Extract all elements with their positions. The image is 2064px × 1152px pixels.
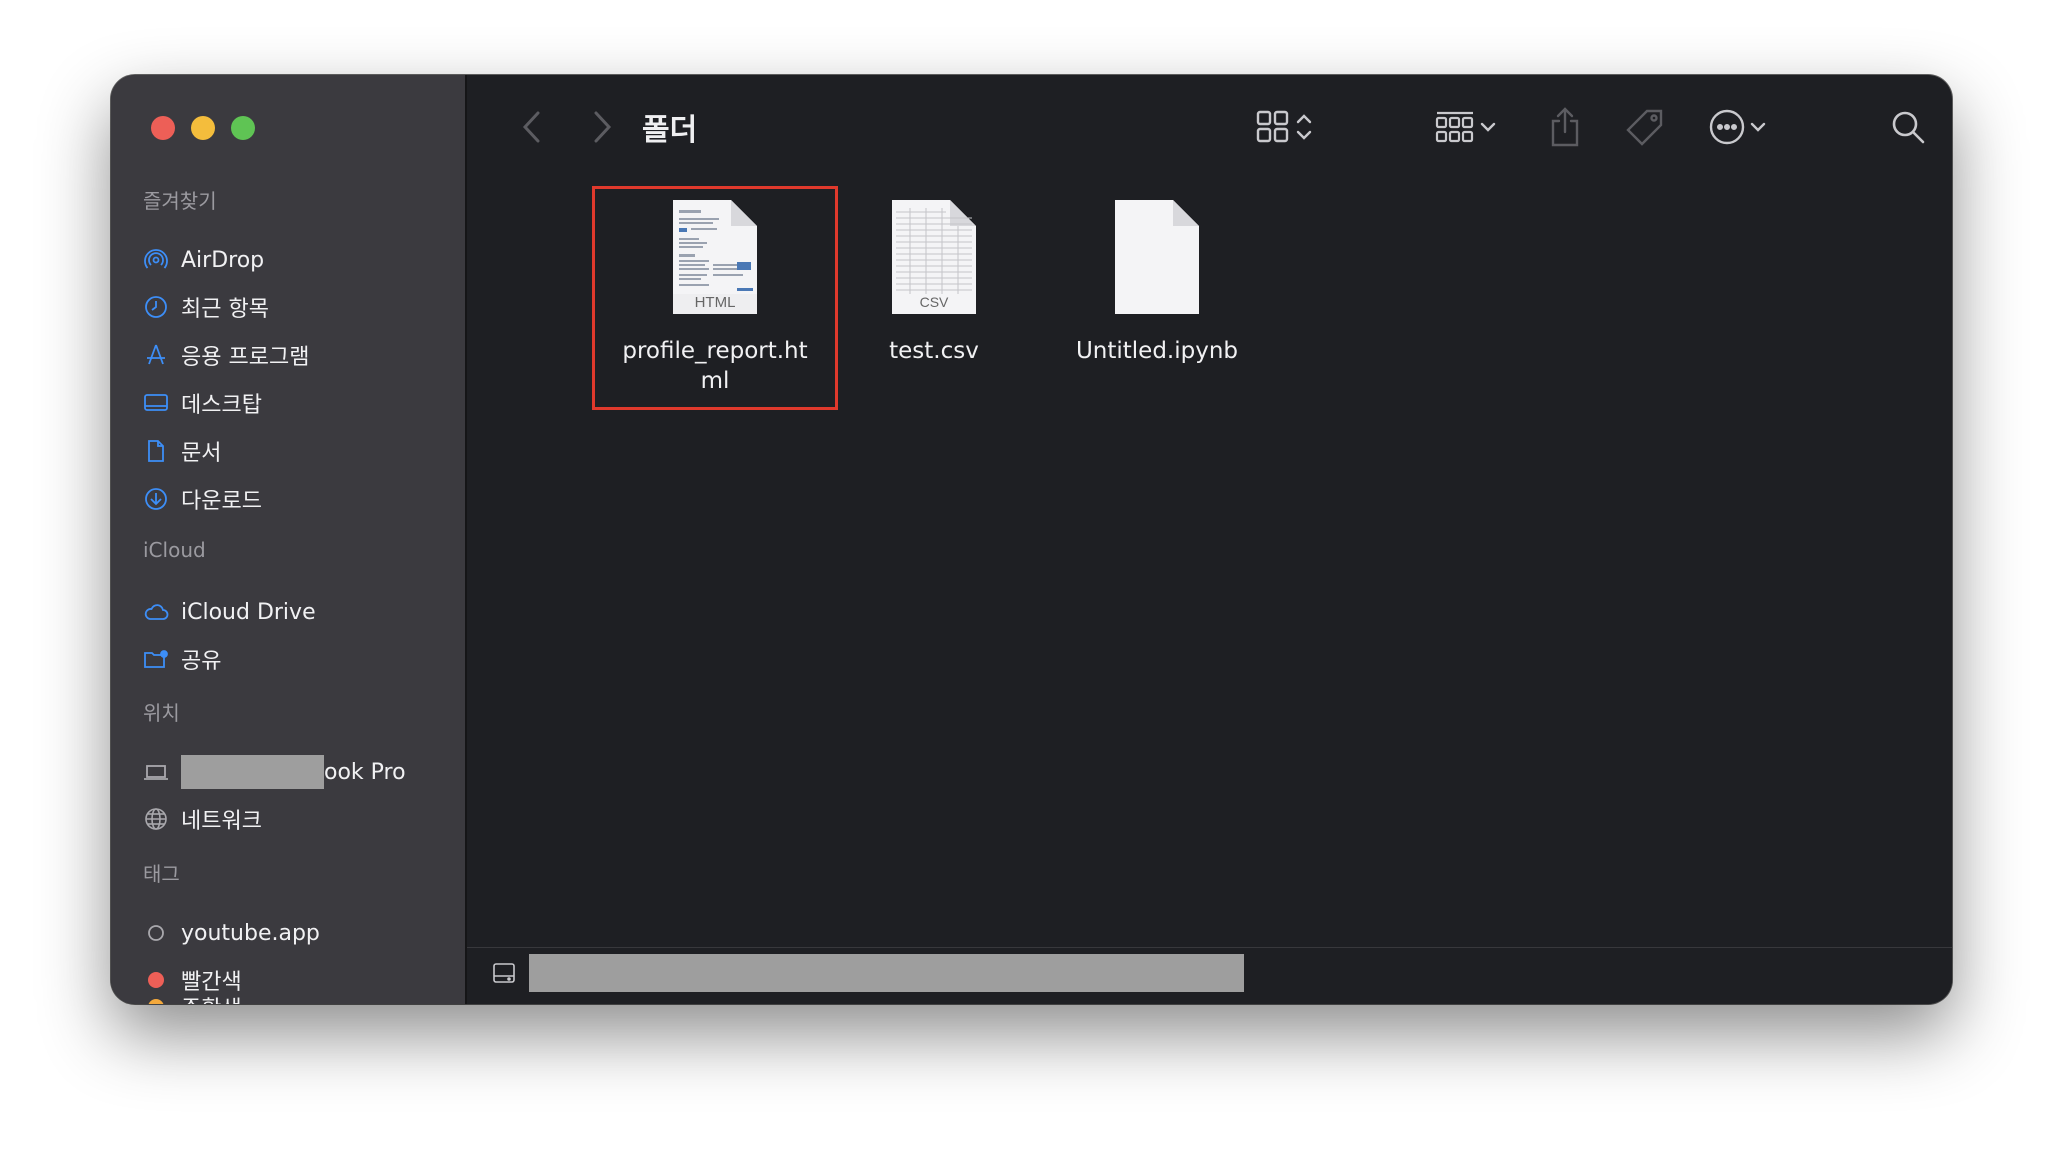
group-by-button[interactable] [1429,105,1503,149]
sidebar: 즐겨찾기 AirDrop 최근 항목 응용 프로그램 데스크탑 문서 다운로드 … [111,75,467,1004]
share-button[interactable] [1543,103,1587,151]
tag-button[interactable] [1622,103,1668,151]
file-item-untitled-ipynb[interactable]: Untitled.ipynb [1057,198,1257,366]
laptop-icon [143,759,169,785]
desktop-icon [143,390,169,416]
cloud-icon [143,599,169,625]
file-item-test-csv[interactable]: CSV test.csv [834,198,1034,366]
sidebar-item-icloud-drive[interactable]: iCloud Drive [143,592,443,632]
chevron-left-icon [522,111,540,143]
sidebar-item-label: 공유 [181,649,222,674]
html-file-icon: HTML [669,198,761,318]
tag-icon [1626,109,1663,146]
window-title: 폴더 [642,113,698,148]
close-window-button[interactable] [151,116,175,140]
minimize-window-button[interactable] [191,116,215,140]
main-content: 폴더 HTML profile_report.html CSV test.csv… [467,75,1952,1004]
share-icon [1551,107,1579,147]
search-button[interactable] [1886,105,1930,149]
chevron-down-icon [1750,122,1766,132]
redacted-device-name [181,755,324,789]
view-mode-button[interactable] [1246,105,1322,149]
favorites-section-title: 즐겨찾기 [143,189,217,213]
blank-file-icon [1111,198,1203,318]
file-item-profile-report[interactable]: HTML profile_report.html [615,198,815,396]
sidebar-item-label: 주황색 [181,991,242,1004]
file-name: profile_report.html [622,338,808,394]
grid-view-icon [1256,110,1289,143]
sidebar-item-airdrop[interactable]: AirDrop [143,240,443,280]
path-bar [467,947,1952,1004]
csv-file-icon: CSV [888,198,980,318]
chevron-down-icon [1480,122,1496,132]
sidebar-item-label: AirDrop [181,247,265,273]
sidebar-item-desktop[interactable]: 데스크탑 [143,383,443,423]
hard-drive-icon [491,960,517,990]
tag-orange-circle-icon [143,994,169,1004]
sidebar-tag-orange[interactable]: 주황색 [143,987,443,1004]
sidebar-item-label: 네트워크 [181,809,262,834]
ellipsis-circle-icon [1709,109,1745,145]
updown-chevron-icon [1296,114,1312,140]
locations-section-title: 위치 [143,701,180,725]
icloud-section-title: iCloud [143,538,206,562]
group-icon [1435,111,1474,143]
more-actions-button[interactable] [1700,103,1776,151]
sidebar-item-label: 최근 항목 [181,297,269,322]
sidebar-tag-youtube-app[interactable]: youtube.app [143,913,443,953]
file-name: Untitled.ipynb [1075,338,1239,364]
chevron-right-icon [594,111,612,143]
sidebar-item-downloads[interactable]: 다운로드 [143,479,443,519]
sidebar-item-label: iCloud Drive [181,599,316,625]
redacted-path [529,954,1244,992]
apps-icon [143,342,169,368]
sidebar-item-label: 데스크탑 [181,393,262,418]
network-icon [143,806,169,832]
file-badge: HTML [694,294,736,311]
sidebar-item-label: youtube.app [181,920,320,946]
clock-icon [143,294,169,320]
back-button[interactable] [517,107,547,147]
sidebar-item-label: 응용 프로그램 [181,345,310,370]
airdrop-icon [143,247,169,273]
tag-empty-circle-icon [143,920,169,946]
sidebar-item-applications[interactable]: 응용 프로그램 [143,335,443,375]
document-icon [143,438,169,464]
sidebar-item-label: 다운로드 [181,489,262,514]
zoom-window-button[interactable] [231,116,255,140]
sidebar-item-macbook[interactable]: ook Pro [143,752,443,792]
file-badge: CSV [919,294,949,310]
forward-button[interactable] [587,107,617,147]
file-name: test.csv [889,338,979,364]
shared-folder-icon [143,646,169,672]
download-icon [143,486,169,512]
search-icon [1892,111,1925,144]
sidebar-item-documents[interactable]: 문서 [143,431,443,471]
sidebar-item-label: ook Pro [324,759,406,785]
sidebar-item-recents[interactable]: 최근 항목 [143,287,443,327]
finder-window: 즐겨찾기 AirDrop 최근 항목 응용 프로그램 데스크탑 문서 다운로드 … [111,75,1952,1004]
sidebar-item-network[interactable]: 네트워크 [143,799,443,839]
tags-section-title: 태그 [143,862,180,886]
sidebar-item-shared[interactable]: 공유 [143,639,443,679]
sidebar-item-label: 문서 [181,441,222,466]
